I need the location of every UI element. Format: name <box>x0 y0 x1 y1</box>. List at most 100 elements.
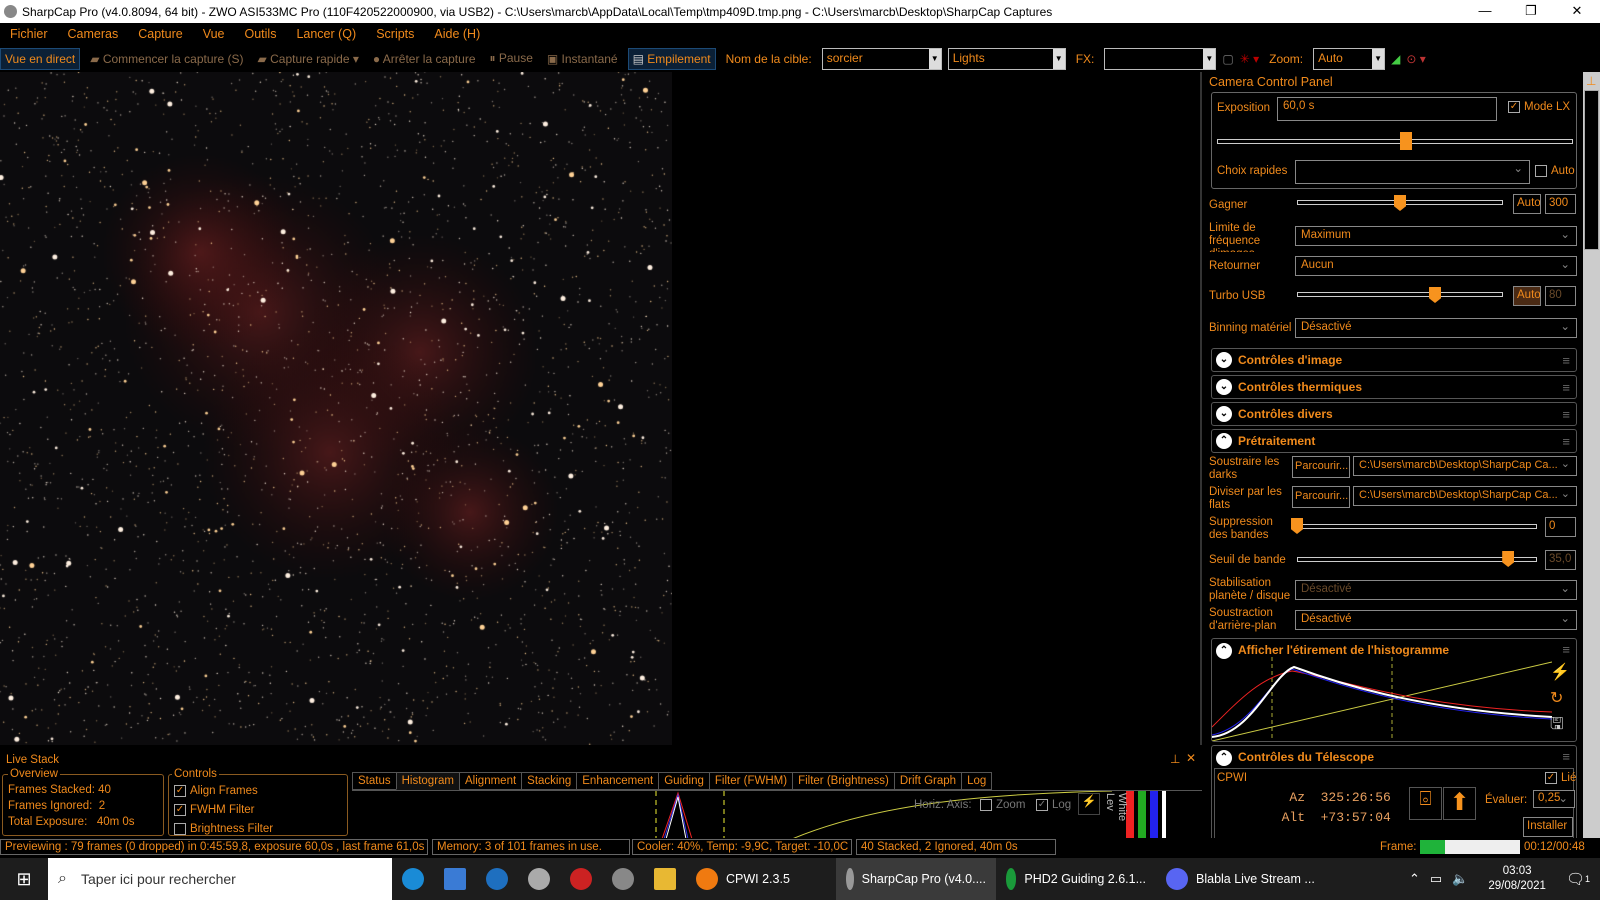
banding-slider[interactable] <box>1297 524 1537 529</box>
histogram-icon[interactable]: ◢ <box>1391 52 1400 66</box>
astro-image[interactable] <box>0 72 672 745</box>
tab-alignment[interactable]: Alignment <box>459 772 523 790</box>
tab-status[interactable]: Status <box>352 772 397 790</box>
menu-icon[interactable]: ≡ <box>1562 407 1570 422</box>
reset-icon[interactable]: ↻ <box>1550 686 1570 712</box>
menu-vue[interactable]: Vue <box>193 27 235 41</box>
taskbar-search[interactable]: ⌕ Taper ici pour rechercher <box>48 858 392 900</box>
volume-icon[interactable]: 🔈 <box>1452 871 1468 887</box>
menu-aide[interactable]: Aide (H) <box>424 27 490 41</box>
menu-icon[interactable]: ≡ <box>1562 642 1570 657</box>
brightness-filter-checkbox[interactable]: Brightness Filter <box>174 823 273 836</box>
menu-capture[interactable]: Capture <box>128 27 192 41</box>
darks-path-select[interactable]: C:\Users\marcb\Desktop\SharpCap Ca... <box>1353 456 1577 476</box>
start-capture-button[interactable]: ▰ Commencer la capture (S) <box>86 49 247 69</box>
app-icon[interactable] <box>602 858 644 900</box>
menu-fichier[interactable]: Fichier <box>0 27 58 41</box>
tab-guiding[interactable]: Guiding <box>658 772 710 790</box>
exposure-slider[interactable] <box>1217 139 1573 144</box>
reticle-icon[interactable]: ✳ ▾ <box>1240 52 1259 66</box>
linked-checkbox[interactable]: ✓ Lié <box>1545 772 1576 785</box>
fwhm-filter-checkbox[interactable]: ✓ FWHM Filter <box>174 804 255 817</box>
chevron-down-icon[interactable]: ▼ <box>1052 48 1065 69</box>
turbo-usb-input[interactable]: 80 <box>1545 286 1576 306</box>
explorer-icon[interactable] <box>644 858 686 900</box>
quick-capture-button[interactable]: ▰ Capture rapide ▾ <box>254 49 363 69</box>
stabilisation-select[interactable]: Désactivé <box>1295 580 1577 600</box>
banding-input[interactable]: 0 <box>1545 517 1576 537</box>
band-threshold-slider-thumb[interactable] <box>1502 551 1515 567</box>
tab-stacking[interactable]: Stacking <box>521 772 578 790</box>
pin-icon[interactable]: ⊥ <box>1170 752 1180 766</box>
pause-button[interactable]: ⏸ Pause <box>486 48 537 69</box>
flats-path-select[interactable]: C:\Users\marcb\Desktop\SharpCap Ca... <box>1353 486 1577 506</box>
tab-filter-brightness[interactable]: Filter (Brightness) <box>792 772 895 790</box>
magnifier-icon[interactable]: ⊙ ▾ <box>1406 52 1425 66</box>
menu-lancer[interactable]: Lancer (Q) <box>286 27 366 41</box>
rate-select[interactable]: 0,25 <box>1533 790 1575 808</box>
tab-drift-graph[interactable]: Drift Graph <box>893 772 963 790</box>
start-button[interactable]: ⊞ <box>0 858 48 900</box>
section-preprocessing[interactable]: ⌃ Prétraitement ≡ <box>1211 429 1577 453</box>
align-frames-checkbox[interactable]: ✓ Align Frames <box>174 785 258 798</box>
chevron-down-icon[interactable]: ▼ <box>1203 48 1216 69</box>
gain-input[interactable]: 300 <box>1545 194 1576 214</box>
log-checkbox[interactable]: ✓ Log <box>1036 799 1071 812</box>
band-threshold-slider[interactable] <box>1297 557 1537 562</box>
pin-icon[interactable]: ⊥ <box>1586 74 1596 88</box>
menu-cameras[interactable]: Cameras <box>58 27 129 41</box>
frame-type-select[interactable]: Lights ▼ <box>947 47 1066 70</box>
chevron-up-icon[interactable]: ⌃ <box>1409 871 1420 887</box>
clock[interactable]: 03:03 29/08/2021 <box>1478 858 1556 900</box>
turbo-auto-button[interactable]: Auto <box>1513 286 1541 306</box>
lightning-icon[interactable]: ⚡ <box>1550 660 1570 686</box>
notification-icon[interactable]: 🗨 1 <box>1556 858 1600 900</box>
section-thermal-controls[interactable]: ⌄ Contrôles thermiques ≡ <box>1211 375 1577 399</box>
darks-browse-button[interactable]: Parcourir... <box>1292 456 1350 478</box>
app-icon[interactable] <box>560 858 602 900</box>
app-icon[interactable] <box>518 858 560 900</box>
chevron-down-icon[interactable]: ▼ <box>1372 48 1385 69</box>
tab-histogram[interactable]: Histogram <box>395 772 461 790</box>
menu-outils[interactable]: Outils <box>235 27 287 41</box>
mode-lx-checkbox[interactable]: ✓ Mode LX <box>1508 101 1570 114</box>
zoom-checkbox[interactable]: Zoom <box>980 799 1025 812</box>
tab-filter-fwhm[interactable]: Filter (FWHM) <box>708 772 794 790</box>
save-icon[interactable]: 🖫 <box>1550 712 1570 738</box>
snapshot-button[interactable]: ▣ Instantané <box>543 49 622 69</box>
close-button[interactable]: ✕ <box>1554 0 1600 23</box>
binning-select[interactable]: Désactivé <box>1295 318 1577 338</box>
exposure-slider-thumb[interactable] <box>1399 132 1412 150</box>
tab-log[interactable]: Log <box>961 772 993 790</box>
maximize-button[interactable]: ❐ <box>1508 0 1554 23</box>
gain-slider-thumb[interactable] <box>1394 195 1406 211</box>
lightning-icon[interactable]: ⚡ <box>1078 793 1100 815</box>
live-view-button[interactable]: Vue en direct <box>0 47 81 70</box>
taskbar-app-discord[interactable]: Blabla Live Stream ... <box>1156 858 1326 900</box>
stop-capture-button[interactable]: ● Arrêter la capture <box>369 49 480 69</box>
background-subtraction-select[interactable]: Désactivé <box>1295 610 1577 630</box>
turbo-usb-slider[interactable] <box>1297 292 1503 297</box>
frame-icon[interactable]: ▢ <box>1222 52 1233 66</box>
zoom-select[interactable]: Auto ▼ <box>1313 47 1386 70</box>
chevron-down-icon[interactable]: ▼ <box>928 48 941 69</box>
stack-button[interactable]: ▤ Empilement <box>627 47 716 70</box>
edge-icon[interactable] <box>392 858 434 900</box>
taskbar-app-phd2[interactable]: PHD2 Guiding 2.6.1... <box>996 858 1156 900</box>
histogram-stretch-graph[interactable] <box>1212 657 1552 741</box>
menu-scripts[interactable]: Scripts <box>366 27 424 41</box>
target-name-input[interactable]: sorcier ▼ <box>821 47 942 70</box>
chevron-up-icon[interactable]: ⌃ <box>1216 750 1232 766</box>
app-icon[interactable] <box>434 858 476 900</box>
section-image-controls[interactable]: ⌄ Contrôles d'image ≡ <box>1211 348 1577 372</box>
app-icon[interactable] <box>476 858 518 900</box>
menu-icon[interactable]: ≡ <box>1562 353 1570 368</box>
battery-icon[interactable]: ▭ <box>1430 871 1442 887</box>
flats-browse-button[interactable]: Parcourir... <box>1292 486 1350 508</box>
menu-icon[interactable]: ≡ <box>1562 380 1570 395</box>
spiral-search-button[interactable]: ⌻ <box>1409 787 1442 820</box>
band-threshold-input[interactable]: 35,0 <box>1545 550 1576 570</box>
turbo-usb-slider-thumb[interactable] <box>1429 287 1442 303</box>
fx-select[interactable]: ▼ <box>1104 47 1217 70</box>
image-viewer[interactable] <box>0 72 1202 745</box>
